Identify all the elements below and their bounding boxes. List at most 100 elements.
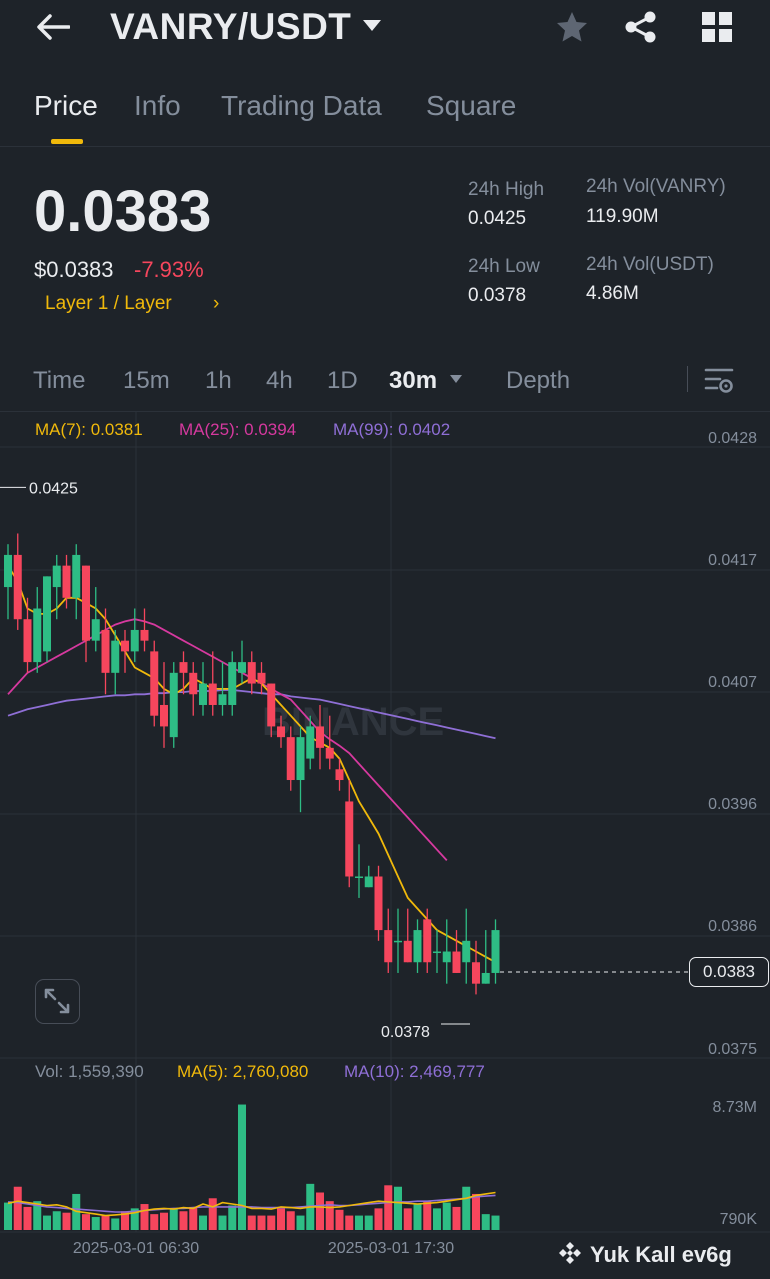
volume-bar	[316, 1192, 324, 1230]
volume-bar	[335, 1209, 344, 1230]
category-link[interactable]: Layer 1 / Layer	[45, 293, 172, 315]
candle-body	[364, 876, 373, 888]
volume-bar	[345, 1215, 354, 1230]
candle-body	[228, 662, 237, 705]
candle-body	[472, 962, 480, 984]
volume-bar	[267, 1215, 276, 1230]
candle-body	[179, 662, 188, 673]
candle-body	[413, 930, 422, 963]
interval-1d[interactable]: 1D	[327, 367, 358, 395]
candle-body	[247, 662, 256, 684]
volume-bar	[394, 1186, 402, 1230]
volume-ma5-legend: MA(5): 2,760,080	[177, 1062, 309, 1081]
volume-bar	[433, 1208, 441, 1230]
candle-body	[199, 683, 207, 705]
candle-body	[452, 951, 461, 973]
low-24h-value: 0.0378	[468, 285, 527, 306]
active-tab-indicator	[51, 139, 83, 144]
volume-bar	[179, 1211, 188, 1230]
interval-time[interactable]: Time	[33, 367, 85, 395]
candle-body	[23, 619, 32, 663]
volume-bar	[43, 1215, 51, 1230]
tab-info[interactable]: Info	[134, 90, 181, 122]
volume-bar	[111, 1218, 120, 1230]
tab-price[interactable]: Price	[34, 90, 98, 122]
favorite-star-icon[interactable]	[555, 10, 589, 44]
volume-bar	[228, 1205, 237, 1230]
interval-30m[interactable]: 30m	[389, 367, 437, 395]
volume-bar	[4, 1202, 12, 1230]
volume-bar	[199, 1215, 207, 1230]
volume-bar	[150, 1214, 159, 1230]
volume-bar	[160, 1212, 168, 1230]
candle-body	[355, 876, 363, 878]
fullscreen-button[interactable]	[35, 979, 80, 1024]
candle-body	[442, 951, 451, 963]
interval-4h[interactable]: 4h	[266, 367, 293, 395]
chevron-right-icon[interactable]: ›	[213, 293, 219, 315]
vol-quote-24h-value: 4.86M	[586, 283, 639, 304]
price-axis-label: 0.0417	[708, 552, 757, 569]
volume-bar	[169, 1208, 178, 1230]
high-24h-label: 24h High	[468, 179, 545, 200]
pair-title[interactable]: VANRY/USDT	[110, 6, 351, 48]
price-axis-label: 0.0375	[708, 1041, 757, 1058]
candle-body	[403, 940, 412, 963]
volume-bar	[208, 1198, 217, 1230]
volume-bar	[140, 1204, 149, 1230]
price-axis-label: 0.0386	[708, 918, 757, 935]
pair-dropdown-caret-icon[interactable]	[361, 17, 383, 33]
ma7-legend: MA(7): 0.0381	[35, 420, 143, 439]
price-change-percent: -7.93%	[134, 257, 204, 282]
vol-base-24h-label: 24h Vol(VANRY)	[586, 176, 726, 197]
price-axis-label: 0.0428	[708, 430, 757, 447]
candle-body	[374, 876, 383, 931]
interval-depth[interactable]: Depth	[506, 367, 570, 395]
volume-bar	[452, 1206, 461, 1230]
volume-bar	[247, 1215, 256, 1230]
settings-divider	[687, 366, 688, 392]
volume-bar	[101, 1215, 110, 1230]
volume-bar	[189, 1206, 198, 1230]
candle-body	[111, 640, 120, 673]
candle-body	[121, 640, 129, 652]
candle-body	[316, 726, 324, 748]
high-24h-value: 0.0425	[468, 208, 527, 229]
volume-bar	[364, 1215, 373, 1230]
user-watermark: Yuk Kall ev6g	[590, 1242, 732, 1267]
candle-body	[306, 726, 315, 759]
candle-body	[13, 554, 22, 620]
tab-trading-data[interactable]: Trading Data	[221, 90, 382, 122]
grid-menu-icon[interactable]	[701, 11, 733, 43]
share-icon[interactable]	[623, 10, 659, 44]
candle-body	[481, 972, 490, 984]
vol-quote-24h-label: 24h Vol(USDT)	[586, 254, 714, 275]
price-axis-label: 0.0396	[708, 796, 757, 813]
tab-square[interactable]: Square	[426, 90, 516, 122]
current-price-tag: 0.0383	[689, 957, 769, 987]
candle-body	[33, 608, 42, 663]
tabs-divider	[0, 146, 770, 147]
chart-settings-icon[interactable]	[704, 367, 734, 395]
interval-15m[interactable]: 15m	[123, 367, 170, 395]
candle-body	[384, 930, 393, 963]
ma7-line	[7, 565, 496, 963]
volume-bar	[491, 1215, 500, 1230]
candle-body	[335, 769, 344, 781]
candle-body	[91, 619, 100, 641]
back-arrow-icon[interactable]	[36, 14, 70, 40]
last-price: 0.0383	[34, 179, 212, 244]
candle-body	[101, 629, 110, 673]
binance-logo-icon	[559, 1242, 581, 1264]
ma25-legend: MA(25): 0.0394	[179, 420, 297, 439]
price-chart[interactable]: BINANCE0.04280.04170.04070.03960.03860.0…	[0, 410, 770, 1279]
candle-body	[160, 704, 168, 727]
volume-bar	[472, 1193, 480, 1230]
interval-1h[interactable]: 1h	[205, 367, 232, 395]
volume-bar	[218, 1215, 227, 1230]
interval-dropdown-caret-icon[interactable]	[449, 374, 463, 384]
volume-bar	[296, 1215, 305, 1230]
volume-bar	[403, 1208, 412, 1230]
volume-bar	[91, 1217, 100, 1230]
price-axis-label: 0.0407	[708, 674, 757, 691]
